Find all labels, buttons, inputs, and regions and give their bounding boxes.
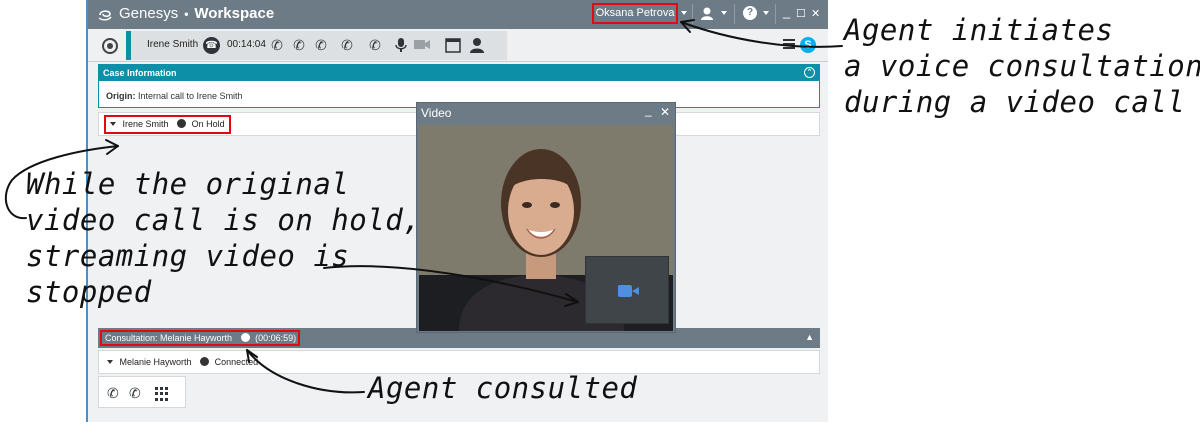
arrow-to-self-view	[323, 265, 579, 303]
annotation-arrows	[4, 19, 843, 394]
arrow-to-user	[680, 21, 843, 48]
arrow-to-consultation	[246, 349, 365, 394]
arrow-to-held-party	[4, 145, 119, 220]
